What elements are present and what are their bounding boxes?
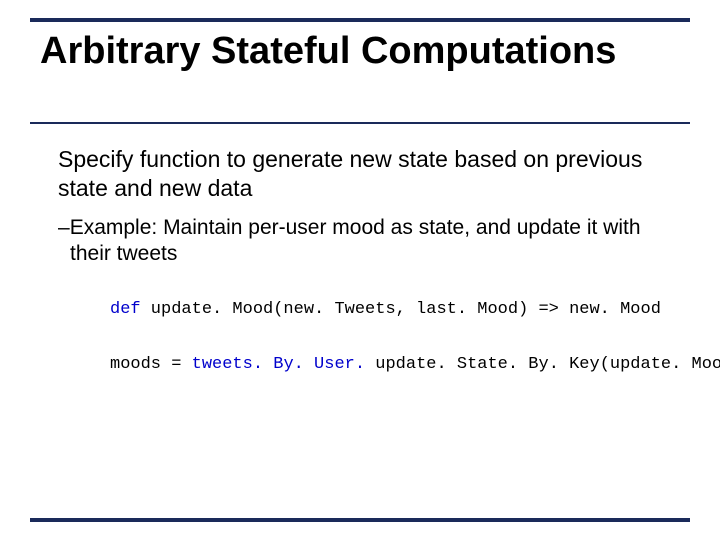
example-line: –Example: Maintain per-user mood as stat… <box>70 215 680 268</box>
code-method: update. State. By. Key <box>375 355 599 374</box>
example-label: Example: <box>70 216 158 239</box>
code-keyword-def: def <box>110 300 141 319</box>
code-args: (update. Mood _) <box>600 355 720 374</box>
code-receiver: tweets. By. User. <box>192 355 376 374</box>
slide-title: Arbitrary Stateful Computations <box>40 30 680 74</box>
top-horizontal-rule <box>30 18 690 22</box>
code-line-1: def update. Mood(new. Tweets, last. Mood… <box>110 300 661 319</box>
code-line-2: moods = tweets. By. User. update. State.… <box>110 355 720 374</box>
dash-bullet: – <box>58 216 70 239</box>
code-lhs: moods = <box>110 355 192 374</box>
code-rest-1: update. Mood(new. Tweets, last. Mood) =>… <box>141 300 661 319</box>
bottom-horizontal-rule <box>30 518 690 522</box>
title-underline-rule <box>30 122 690 124</box>
summary-text: Specify function to generate new state b… <box>58 145 680 203</box>
